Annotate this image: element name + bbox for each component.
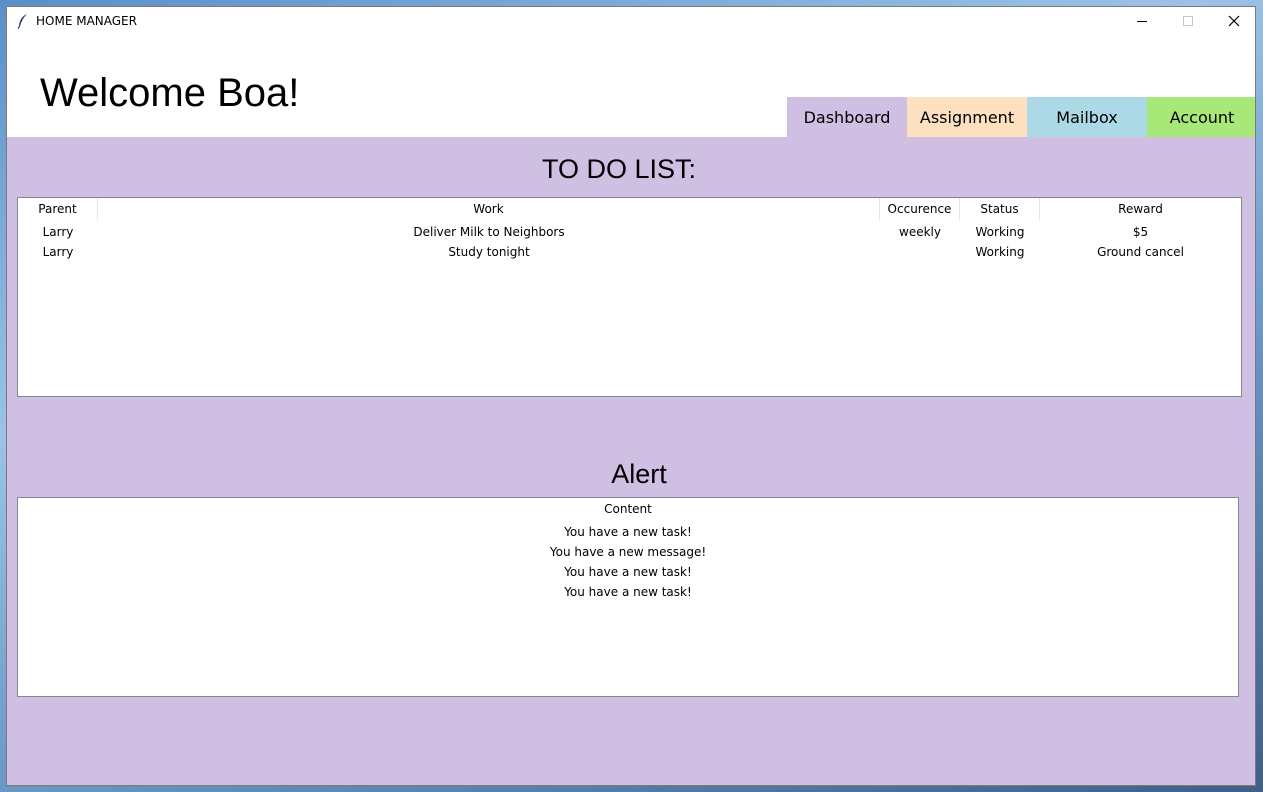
list-item[interactable]: You have a new task! bbox=[18, 582, 1238, 602]
cell-work: Study tonight bbox=[448, 245, 530, 259]
todo-header-row: Parent Work Occurence Status Reward bbox=[18, 198, 1241, 220]
tab-assignment[interactable]: Assignment bbox=[907, 97, 1027, 137]
cell-parent: Larry bbox=[42, 245, 74, 259]
todo-table[interactable]: Parent Work Occurence Status Reward Larr… bbox=[17, 197, 1242, 397]
header: Welcome Boa! Dashboard Assignment Mailbo… bbox=[7, 36, 1255, 137]
cell-occurence: weekly bbox=[899, 225, 941, 239]
cell-reward: $5 bbox=[1132, 225, 1149, 239]
minimize-button[interactable] bbox=[1119, 7, 1165, 36]
dashboard-content: TO DO LIST: Parent Work Occurence Status… bbox=[7, 137, 1255, 785]
cell-occurence bbox=[880, 242, 960, 262]
cell-status: Working bbox=[975, 225, 1025, 239]
alert-message: You have a new message! bbox=[549, 545, 707, 559]
column-header-parent[interactable]: Parent bbox=[18, 198, 98, 220]
list-item[interactable]: You have a new message! bbox=[18, 542, 1238, 562]
column-header-work[interactable]: Work bbox=[98, 198, 880, 220]
cell-status: Working bbox=[975, 245, 1025, 259]
column-header-status[interactable]: Status bbox=[960, 198, 1040, 220]
cell-work: Deliver Milk to Neighbors bbox=[413, 225, 565, 239]
tab-account[interactable]: Account bbox=[1147, 97, 1255, 137]
tab-dashboard[interactable]: Dashboard bbox=[787, 97, 907, 137]
table-row[interactable]: Larry Deliver Milk to Neighbors weekly W… bbox=[18, 222, 1241, 242]
tab-mailbox[interactable]: Mailbox bbox=[1027, 97, 1147, 137]
alert-message: You have a new task! bbox=[564, 525, 692, 539]
app-window: HOME MANAGER Welcome Boa! Dashboard Assi… bbox=[6, 6, 1256, 786]
cell-parent: Larry bbox=[42, 225, 74, 239]
cell-reward: Ground cancel bbox=[1097, 245, 1184, 259]
maximize-button[interactable] bbox=[1165, 7, 1211, 36]
welcome-heading: Welcome Boa! bbox=[40, 71, 300, 115]
close-icon bbox=[1228, 12, 1240, 31]
list-item[interactable]: You have a new task! bbox=[18, 522, 1238, 542]
table-row[interactable]: Larry Study tonight Working Ground cance… bbox=[18, 242, 1241, 262]
column-header-occurence[interactable]: Occurence bbox=[880, 198, 960, 220]
column-header-reward[interactable]: Reward bbox=[1040, 198, 1241, 220]
alert-message: You have a new task! bbox=[564, 565, 692, 579]
list-item[interactable]: You have a new task! bbox=[18, 562, 1238, 582]
minimize-icon bbox=[1136, 12, 1148, 31]
close-button[interactable] bbox=[1211, 7, 1255, 36]
alert-message: You have a new task! bbox=[564, 585, 692, 599]
maximize-icon bbox=[1182, 12, 1194, 31]
alert-table[interactable]: Content You have a new task! You have a … bbox=[17, 497, 1239, 697]
column-header-content[interactable]: Content bbox=[18, 498, 1238, 520]
window-title: HOME MANAGER bbox=[36, 14, 137, 28]
alert-header-row: Content bbox=[18, 498, 1238, 520]
title-bar[interactable]: HOME MANAGER bbox=[7, 7, 1255, 36]
todo-title: TO DO LIST: bbox=[541, 154, 697, 184]
feather-icon bbox=[16, 13, 30, 29]
alert-title: Alert bbox=[611, 459, 667, 489]
